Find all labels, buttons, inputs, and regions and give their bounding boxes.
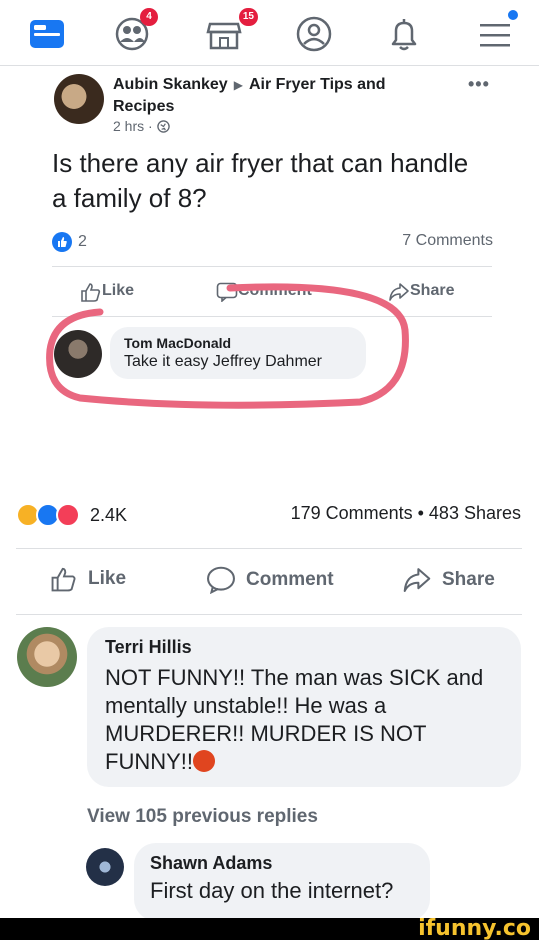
reaction-count: 2.4K bbox=[90, 504, 128, 525]
comment-icon bbox=[207, 566, 235, 594]
inner-post-text: Is there any air fryer that can handle a… bbox=[52, 148, 469, 213]
like-reaction-icon bbox=[52, 232, 72, 252]
share-label: Share bbox=[442, 569, 495, 590]
inner-post-time: 2 hrs · bbox=[113, 118, 153, 134]
comment-button[interactable]: Comment bbox=[206, 566, 334, 594]
inner-author-avatar[interactable] bbox=[54, 74, 104, 124]
inner-post-meta: 2 hrs · bbox=[113, 118, 170, 134]
notifications-icon bbox=[391, 19, 417, 51]
divider bbox=[16, 614, 522, 615]
angry-emoji-icon bbox=[193, 750, 215, 772]
comment-text-content: NOT FUNNY!! The man was SICK and mentall… bbox=[105, 665, 484, 774]
thumbs-up-icon bbox=[51, 567, 76, 592]
inner-commenter-name[interactable]: Tom MacDonald bbox=[124, 335, 352, 351]
menu-tab[interactable] bbox=[478, 10, 518, 54]
commenter-name[interactable]: Terri Hillis bbox=[105, 637, 503, 658]
love-reaction-icon bbox=[56, 503, 80, 527]
inner-like-button[interactable]: Like bbox=[80, 282, 134, 304]
divider bbox=[16, 548, 522, 549]
inner-comment-text: Take it easy Jeffrey Dahmer bbox=[124, 353, 323, 370]
friends-tab[interactable]: 4 bbox=[114, 8, 158, 54]
inner-comment-button[interactable]: Comment bbox=[216, 282, 312, 304]
profile-tab[interactable] bbox=[294, 14, 334, 54]
home-tab[interactable] bbox=[28, 14, 68, 54]
more-options-icon[interactable]: ••• bbox=[468, 74, 490, 95]
inner-action-bar: Like Comment Share bbox=[52, 282, 492, 306]
replier-name[interactable]: Shawn Adams bbox=[150, 853, 414, 874]
inner-share-button[interactable]: Share bbox=[388, 282, 454, 304]
comment-text: NOT FUNNY!! The man was SICK and mentall… bbox=[105, 664, 503, 776]
like-label: Like bbox=[88, 568, 127, 589]
share-icon bbox=[403, 568, 431, 592]
watermark-bar: ifunny.co bbox=[0, 918, 539, 940]
thumbs-up-icon bbox=[81, 283, 101, 302]
home-icon bbox=[30, 20, 64, 48]
divider bbox=[52, 316, 492, 317]
caret-right-icon: ▶ bbox=[233, 78, 243, 92]
marketplace-badge: 15 bbox=[238, 8, 258, 26]
menu-notification-dot bbox=[508, 10, 518, 20]
reaction-summary[interactable]: 2.4K bbox=[16, 503, 127, 527]
inner-comment-bubble: Tom MacDonald Take it easy Jeffrey Dahme… bbox=[110, 327, 366, 379]
replier-avatar[interactable] bbox=[86, 848, 124, 886]
notifications-tab[interactable] bbox=[384, 14, 424, 54]
share-icon bbox=[389, 283, 409, 301]
view-previous-replies-link[interactable]: View 105 previous replies bbox=[87, 806, 318, 828]
comment-icon bbox=[216, 282, 238, 303]
inner-post-header: Aubin Skankey ▶ Air Fryer Tips and Recipes bbox=[113, 74, 443, 117]
commenter-avatar[interactable] bbox=[17, 627, 77, 687]
inner-like-label: Like bbox=[102, 282, 135, 299]
divider bbox=[52, 266, 492, 267]
inner-share-label: Share bbox=[410, 282, 455, 299]
post-stats[interactable]: 179 Comments • 483 Shares bbox=[291, 503, 521, 524]
share-button[interactable]: Share bbox=[402, 566, 495, 594]
friends-badge: 4 bbox=[140, 8, 158, 26]
inner-author-name[interactable]: Aubin Skankey bbox=[113, 76, 228, 93]
action-bar: Like Comment Share bbox=[0, 560, 539, 604]
comment-bubble: Terri Hillis NOT FUNNY!! The man was SIC… bbox=[87, 627, 521, 787]
profile-icon bbox=[296, 16, 332, 52]
ifunny-watermark: ifunny.co bbox=[418, 916, 531, 940]
inner-comment-label: Comment bbox=[238, 282, 312, 299]
marketplace-tab[interactable]: 15 bbox=[206, 8, 258, 54]
comment-label: Comment bbox=[246, 569, 334, 590]
inner-comment-count[interactable]: 7 Comments bbox=[402, 232, 493, 250]
inner-reactions[interactable]: 2 bbox=[52, 232, 87, 252]
reply-bubble: Shawn Adams First day on the internet? bbox=[134, 843, 430, 921]
inner-commenter-avatar[interactable] bbox=[54, 330, 102, 378]
reply-text: First day on the internet? bbox=[150, 878, 394, 903]
globe-icon bbox=[156, 120, 170, 133]
top-navigation: 4 15 bbox=[0, 0, 539, 66]
inner-like-count: 2 bbox=[78, 233, 87, 250]
like-button[interactable]: Like bbox=[50, 566, 126, 592]
menu-icon bbox=[480, 24, 510, 47]
